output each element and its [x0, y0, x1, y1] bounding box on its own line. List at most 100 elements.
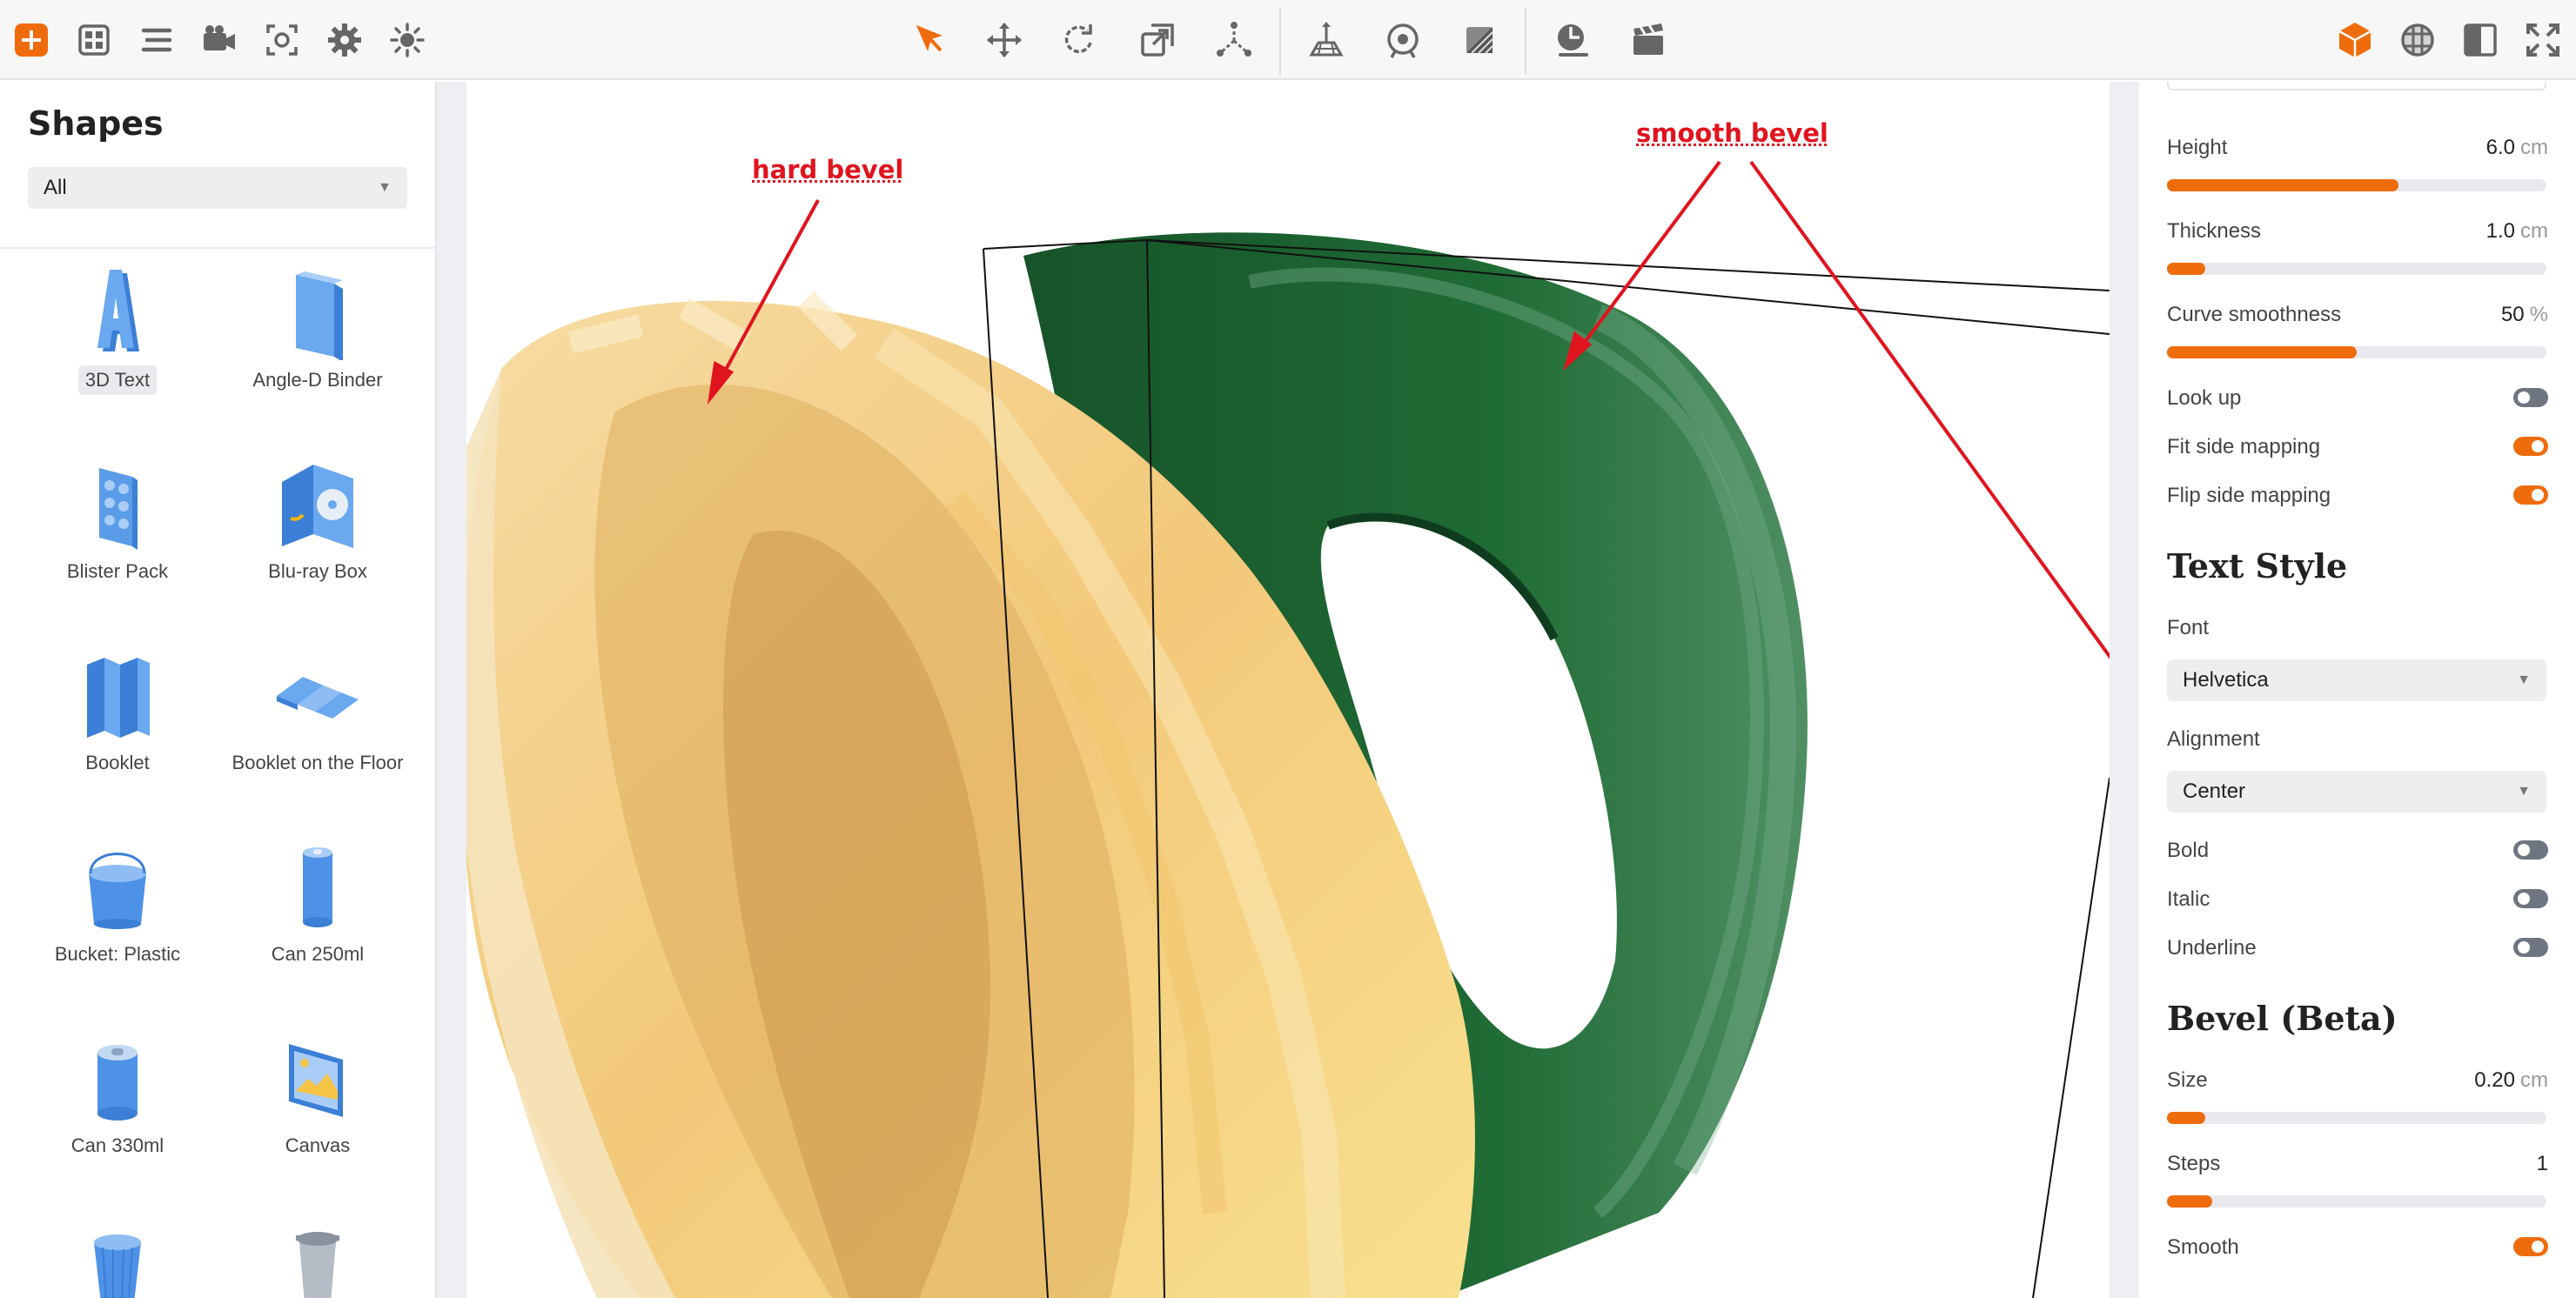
environment-icon[interactable] [2393, 16, 2442, 64]
top-toolbar [0, 0, 2576, 80]
bevel-steps-slider-fill [2167, 1195, 2213, 1208]
cup-icon [94, 1234, 141, 1298]
chevron-down-icon: ▼ [2517, 672, 2531, 687]
font-select-value: Helvetica [2183, 668, 2269, 692]
bevel-steps-slider[interactable] [2167, 1195, 2546, 1208]
chevron-down-icon: ▼ [378, 180, 392, 195]
text-style-heading: Text Style [2167, 546, 2348, 585]
underline-label: Underline [2167, 936, 2257, 960]
shape-item-coffee-cup[interactable] [218, 1213, 418, 1298]
flip-side-mapping-toggle[interactable] [2513, 485, 2548, 505]
light-icon[interactable] [383, 16, 432, 64]
look-up-toggle[interactable] [2513, 388, 2548, 407]
shape-item-label: Can 330ml [70, 1134, 164, 1156]
layers-icon[interactable] [132, 16, 181, 64]
select-icon[interactable] [905, 16, 954, 64]
scene-render [466, 160, 2110, 1298]
shape-item-3d-text[interactable]: 3D Text [17, 264, 218, 395]
material-icon[interactable] [1455, 16, 1504, 64]
thickness-label: Thickness [2167, 219, 2262, 243]
text-field[interactable] [2167, 82, 2546, 90]
toolbar-separator [1525, 7, 1526, 75]
bevel-steps-value[interactable]: 1 [2537, 1152, 2548, 1176]
look-up-label: Look up [2167, 386, 2242, 410]
shape-item-label: 3D Text [77, 365, 158, 395]
cube-icon[interactable] [2331, 16, 2379, 64]
grid-icon[interactable] [70, 16, 118, 64]
rotate-icon[interactable] [1055, 16, 1104, 64]
smooth-bevel-annotation: smooth bevel [1636, 118, 1828, 148]
italic-label: Italic [2167, 887, 2210, 911]
alignment-label: Alignment [2167, 727, 2260, 751]
shape-item-booklet[interactable]: Booklet [17, 647, 218, 778]
fit-side-mapping-toggle[interactable] [2513, 437, 2548, 456]
bevel-size-label: Size [2167, 1068, 2208, 1092]
text-3d-icon [97, 270, 139, 351]
panel-icon[interactable] [2456, 16, 2505, 64]
height-slider-fill [2167, 179, 2398, 191]
curve-smoothness-slider-fill [2167, 346, 2357, 358]
height-value[interactable]: 6.0 cm [2486, 136, 2548, 160]
blister-pack-icon [99, 468, 138, 550]
shape-item-booklet-on-floor[interactable]: Booklet on the Floor [218, 647, 418, 778]
curve-smoothness-label: Curve smoothness [2167, 303, 2342, 326]
chevron-down-icon: ▼ [2517, 784, 2531, 799]
shape-item-cup[interactable] [17, 1213, 218, 1298]
height-slider[interactable] [2167, 179, 2546, 191]
shape-item-label: Canvas [285, 1134, 351, 1156]
viewport-gutter [2110, 82, 2139, 1298]
thickness-slider[interactable] [2167, 263, 2546, 275]
curve-smoothness-value[interactable]: 50% [2501, 303, 2548, 327]
canvas-icon [289, 1044, 343, 1117]
bevel-heading: Bevel (Beta) [2167, 999, 2398, 1038]
shape-item-label: Blister Pack [66, 560, 169, 582]
shape-item-label: Can 250ml [271, 943, 365, 965]
shape-item-angle-d-binder[interactable]: Angle-D Binder [218, 264, 418, 395]
font-select[interactable]: Helvetica ▼ [2167, 659, 2546, 701]
italic-toggle[interactable] [2513, 889, 2548, 908]
add-icon[interactable] [7, 16, 56, 64]
clapper-icon[interactable] [1624, 16, 1673, 64]
3d-viewport[interactable]: hard bevel smooth bevel [466, 82, 2110, 1298]
coffee-cup-icon [296, 1232, 339, 1298]
shape-item-canvas[interactable]: Canvas [218, 1030, 418, 1161]
bevel-size-slider[interactable] [2167, 1112, 2546, 1124]
scale-icon[interactable] [1133, 16, 1182, 64]
shape-item-can-330ml[interactable]: Can 330ml [17, 1030, 218, 1161]
timer-icon[interactable] [1549, 16, 1598, 64]
focus-icon[interactable] [258, 16, 306, 64]
flip-side-mapping-label: Flip side mapping [2167, 484, 2331, 507]
category-select-value: All [44, 176, 67, 199]
underline-toggle[interactable] [2513, 938, 2548, 957]
shape-item-can-250ml[interactable]: Can 250ml [218, 839, 418, 969]
height-label: Height [2167, 136, 2228, 159]
bevel-smooth-label: Smooth [2167, 1235, 2239, 1259]
bucket-icon [89, 853, 146, 929]
bevel-smooth-toggle[interactable] [2513, 1237, 2548, 1256]
gear-icon[interactable] [320, 16, 369, 64]
camera-orbit-icon[interactable] [1379, 16, 1427, 64]
shape-item-label: Booklet [85, 752, 150, 773]
alignment-select-value: Center [2183, 779, 2246, 803]
panel-title: Shapes [28, 104, 164, 143]
category-select[interactable]: All ▼ [28, 167, 407, 209]
camera-icon[interactable] [195, 16, 244, 64]
shape-item-bucket-plastic[interactable]: Bucket: Plastic [17, 839, 218, 969]
alignment-select[interactable]: Center ▼ [2167, 771, 2546, 813]
bold-label: Bold [2167, 839, 2210, 862]
curve-smoothness-slider[interactable] [2167, 346, 2546, 358]
properties-panel: Height 6.0 cm Thickness 1.0 cm Curve smoot… [2139, 82, 2576, 1298]
ground-icon[interactable] [1302, 16, 1351, 64]
fullscreen-icon[interactable] [2519, 16, 2567, 64]
bevel-size-value[interactable]: 0.20 cm [2474, 1068, 2548, 1093]
font-label: Font [2167, 616, 2210, 639]
pivot-icon[interactable] [1210, 16, 1258, 64]
thickness-value[interactable]: 1.0 cm [2486, 219, 2548, 244]
booklet-floor-icon [277, 677, 359, 719]
move-icon[interactable] [980, 16, 1029, 64]
shape-item-blister-pack[interactable]: Blister Pack [17, 456, 218, 586]
shape-item-label: Blu-ray Box [268, 560, 367, 582]
bevel-steps-label: Steps [2167, 1152, 2221, 1175]
bold-toggle[interactable] [2513, 840, 2548, 860]
shape-item-bluray-box[interactable]: Blu-ray Box [218, 456, 418, 586]
